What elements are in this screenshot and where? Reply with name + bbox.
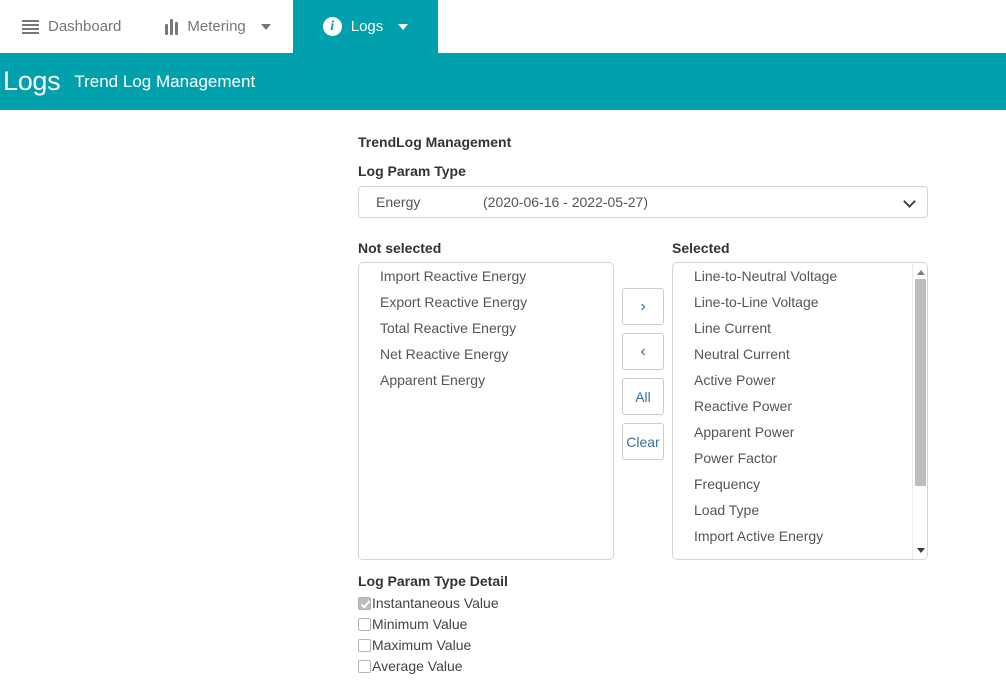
checkbox-label: Instantaneous Value xyxy=(372,595,499,611)
checkbox-maximum-value[interactable] xyxy=(358,638,371,652)
list-icon xyxy=(22,19,39,34)
list-item[interactable]: Neutral Current xyxy=(673,341,927,367)
select-all-button[interactable]: All xyxy=(622,378,664,415)
info-icon: i xyxy=(322,17,342,36)
move-left-button[interactable]: ‹ xyxy=(622,333,664,370)
list-item[interactable]: Line-to-Neutral Voltage xyxy=(673,263,927,289)
bar-chart-icon xyxy=(165,18,179,35)
page-banner: Logs Trend Log Management xyxy=(0,53,1006,110)
selected-heading: Selected xyxy=(672,240,730,256)
nav-item-dashboard-label: Dashboard xyxy=(48,18,122,35)
not-selected-column: Not selected Import Reactive Energy Expo… xyxy=(358,240,614,560)
chevron-down-icon xyxy=(260,23,271,30)
main-navbar: Dashboard Metering i Logs xyxy=(0,0,1006,53)
checkbox-minimum-value[interactable] xyxy=(358,617,371,631)
scrollbar-thumb[interactable] xyxy=(915,279,926,486)
not-selected-heading: Not selected xyxy=(358,240,442,256)
nav-item-metering[interactable]: Metering xyxy=(143,0,292,53)
list-item[interactable]: Export Reactive Energy xyxy=(359,289,613,315)
page-title: Logs xyxy=(3,66,61,96)
nav-item-dashboard[interactable]: Dashboard xyxy=(0,0,143,53)
log-param-type-detail-heading: Log Param Type Detail xyxy=(358,573,508,589)
log-param-type-label: Log Param Type xyxy=(358,163,466,179)
scroll-up-arrow-icon[interactable] xyxy=(913,265,927,279)
checkbox-row-instantaneous-value[interactable]: Instantaneous Value xyxy=(358,596,928,610)
list-item[interactable]: Net Reactive Energy xyxy=(359,341,613,367)
clear-button[interactable]: Clear xyxy=(622,423,664,460)
select-value-name: Energy xyxy=(376,194,421,210)
log-param-type-select[interactable]: Energy (2020-06-16 - 2022-05-27) xyxy=(358,186,928,218)
list-item[interactable]: Line-to-Line Voltage xyxy=(673,289,927,315)
checkbox-row-minimum-value[interactable]: Minimum Value xyxy=(358,617,928,631)
list-item[interactable]: Reactive Power xyxy=(673,393,927,419)
selected-column: Selected Line-to-Neutral Voltage Line-to… xyxy=(672,240,928,560)
checkbox-label: Minimum Value xyxy=(372,616,468,632)
list-item[interactable]: Apparent Energy xyxy=(359,367,613,393)
checkbox-row-maximum-value[interactable]: Maximum Value xyxy=(358,638,928,652)
form-section-title: TrendLog Management xyxy=(358,134,512,150)
page-subtitle: Trend Log Management xyxy=(74,71,256,91)
chevron-down-icon xyxy=(398,23,409,30)
nav-item-logs-label: Logs xyxy=(350,18,384,35)
list-item[interactable]: Load Type xyxy=(673,497,927,523)
checkbox-row-average-value[interactable]: Average Value xyxy=(358,659,928,673)
log-param-type-detail: Log Param Type Detail Instantaneous Valu… xyxy=(358,573,928,673)
list-item[interactable]: Import Active Energy xyxy=(673,523,927,549)
list-item[interactable]: Apparent Power xyxy=(673,419,927,445)
list-item[interactable]: Frequency xyxy=(673,471,927,497)
nav-item-metering-label: Metering xyxy=(187,18,246,35)
chevron-down-icon xyxy=(903,195,916,208)
select-value-range: (2020-06-16 - 2022-05-27) xyxy=(483,194,648,210)
checkbox-average-value[interactable] xyxy=(358,659,371,673)
checkbox-instantaneous-value[interactable] xyxy=(358,596,371,610)
not-selected-listbox[interactable]: Import Reactive Energy Export Reactive E… xyxy=(358,262,614,560)
checkbox-label: Maximum Value xyxy=(372,637,472,653)
selected-listbox-scrollbar[interactable] xyxy=(912,263,927,559)
page-content: TrendLog Management Log Param Type Energ… xyxy=(0,110,1006,680)
dual-list-picker: Not selected Import Reactive Energy Expo… xyxy=(358,240,928,560)
list-item[interactable]: Import Reactive Energy xyxy=(359,263,613,289)
list-item[interactable]: Line Current xyxy=(673,315,927,341)
list-item[interactable]: Power Factor xyxy=(673,445,927,471)
move-right-button[interactable]: › xyxy=(622,288,664,325)
trendlog-form: TrendLog Management Log Param Type Energ… xyxy=(358,134,928,673)
selected-listbox[interactable]: Line-to-Neutral Voltage Line-to-Line Vol… xyxy=(672,262,928,560)
list-item[interactable]: Total Reactive Energy xyxy=(359,315,613,341)
list-item[interactable]: Active Power xyxy=(673,367,927,393)
checkbox-label: Average Value xyxy=(372,658,463,674)
transfer-button-group: › ‹ All Clear xyxy=(622,288,664,460)
nav-item-logs[interactable]: i Logs xyxy=(292,0,439,53)
scroll-down-arrow-icon[interactable] xyxy=(913,543,927,557)
